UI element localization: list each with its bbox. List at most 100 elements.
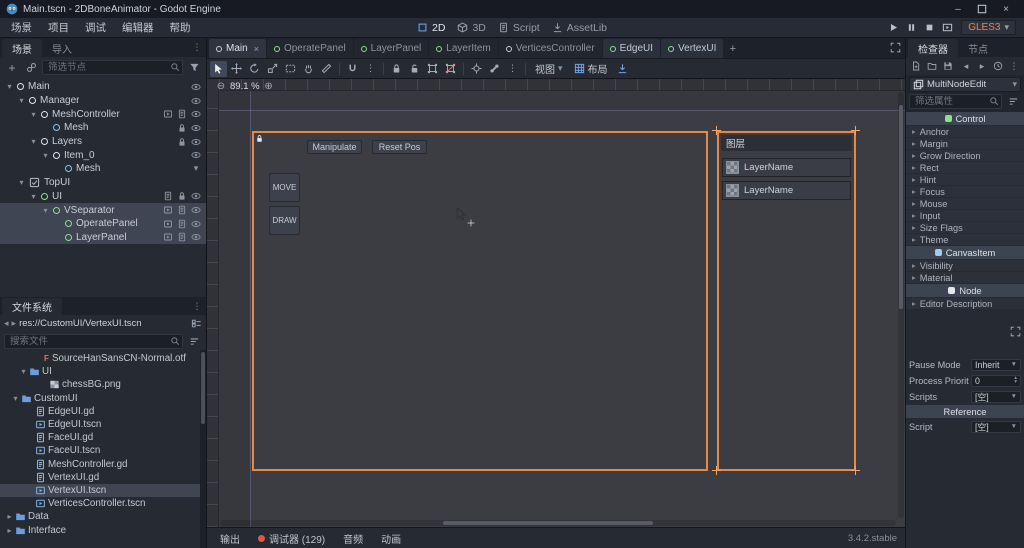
move-tool-button[interactable]	[228, 61, 245, 77]
property-group-Theme[interactable]: ▸ Theme	[906, 234, 1024, 245]
spinner-icon[interactable]: ▴ ▾	[1014, 375, 1017, 384]
ruler-tool-button[interactable]	[318, 61, 335, 77]
bottom-panel-button[interactable]: 输出	[211, 529, 249, 548]
category-Control[interactable]: Control	[906, 112, 1024, 125]
scene-tab-LayerPanel[interactable]: LayerPanel	[353, 39, 429, 58]
tree-node-Main[interactable]: ▾ Main	[0, 80, 206, 94]
viewport-2d[interactable]: 图层 LayerName LayerName Manipulate Reset P…	[207, 79, 905, 527]
workspace-tab-3d[interactable]: 3D	[457, 22, 486, 34]
scale-tool-button[interactable]	[264, 61, 281, 77]
workspace-tab-assetlib[interactable]: AssetLib	[552, 22, 607, 34]
property-group-Editor Description[interactable]: ▸ Editor Description	[906, 298, 1024, 309]
filesystem-menu-button[interactable]: ⋮	[190, 297, 204, 315]
script-button[interactable]	[175, 218, 189, 230]
menu-item[interactable]: 调试	[77, 18, 114, 37]
collapse-arrow-icon[interactable]: ▾	[28, 110, 39, 119]
tree-node-Mesh[interactable]: Mesh	[0, 121, 206, 135]
pin-tool-button[interactable]	[468, 61, 485, 77]
file-item-UI[interactable]: ▾ UI	[0, 365, 206, 378]
unlock-tool-button[interactable]	[406, 61, 423, 77]
lock-button[interactable]	[175, 136, 189, 148]
scene-dock-menu-button[interactable]: ⋮	[190, 38, 204, 57]
new-scene-tab-button[interactable]: +	[724, 39, 741, 58]
distraction-free-button[interactable]	[890, 42, 901, 53]
sort-files-button[interactable]	[186, 334, 202, 349]
filesystem-scrollbar[interactable]	[200, 350, 206, 548]
file-item-Data[interactable]: ▸ Data	[0, 510, 206, 523]
tree-node-Manager[interactable]: ▾ Manager	[0, 94, 206, 108]
collapse-arrow-icon[interactable]: ▾	[10, 394, 21, 403]
property-group-Margin[interactable]: ▸ Margin	[906, 138, 1024, 149]
tree-node-VSeparator[interactable]: ▾ VSeparator	[0, 203, 206, 217]
filter-nodes-input[interactable]	[42, 60, 183, 75]
collapse-arrow-icon[interactable]: ▾	[16, 96, 27, 105]
property-group-Focus[interactable]: ▸ Focus	[906, 186, 1024, 197]
script-button[interactable]	[175, 108, 189, 120]
property-group-Hint[interactable]: ▸ Hint	[906, 174, 1024, 185]
new-resource-button[interactable]	[909, 59, 923, 74]
workspace-tab-2d[interactable]: 2D	[417, 22, 445, 34]
back-icon[interactable]: ◂	[4, 318, 9, 329]
scene-button[interactable]	[161, 204, 175, 216]
property-group-Rect[interactable]: ▸ Rect	[906, 162, 1024, 173]
bottom-panel-button[interactable]: 动画	[372, 529, 410, 548]
property-group-Input[interactable]: ▸ Input	[906, 210, 1024, 221]
file-item-CustomUI[interactable]: ▾ CustomUI	[0, 392, 206, 405]
property-group-Visibility[interactable]: ▸ Visibility	[906, 260, 1024, 271]
search-files-input[interactable]	[4, 333, 183, 349]
bottom-panel-debugger[interactable]: 调试器 (129)	[249, 529, 334, 548]
expand-icon[interactable]	[1010, 326, 1021, 337]
property-group-Material[interactable]: ▸ Material	[906, 272, 1024, 283]
menu-item[interactable]: 帮助	[162, 18, 199, 37]
file-item-EdgeUI.tscn[interactable]: EdgeUI.tscn	[0, 418, 206, 431]
menu-item[interactable]: 项目	[40, 18, 77, 37]
tree-node-TopUI[interactable]: ▾ TopUI	[0, 176, 206, 190]
eye-button[interactable]	[189, 218, 203, 230]
add-node-button[interactable]: +	[4, 60, 20, 75]
tree-node-Item_0[interactable]: ▾ Item_0	[0, 148, 206, 162]
close-button[interactable]: ×	[994, 0, 1018, 18]
menu-item[interactable]: 编辑器	[114, 18, 162, 37]
collapse-arrow-icon[interactable]: ▾	[4, 82, 15, 91]
override-camera-button[interactable]	[614, 61, 631, 77]
play-button[interactable]	[885, 20, 902, 36]
category-Node[interactable]: Node	[906, 284, 1024, 297]
pan-tool-button[interactable]	[300, 61, 317, 77]
inspector-menu-button[interactable]: ⋮	[1007, 59, 1021, 74]
script-button[interactable]	[161, 190, 175, 202]
scene-tab-VertexUI[interactable]: VertexUI	[661, 39, 724, 58]
collapse-arrow-icon[interactable]: ▾	[28, 192, 39, 201]
renderer-dropdown[interactable]: GLES3 ▾	[961, 20, 1016, 35]
collapse-arrow-icon[interactable]: ▸	[4, 526, 15, 535]
tree-node-MeshController[interactable]: ▾ MeshController	[0, 107, 206, 121]
eye-button[interactable]	[189, 231, 203, 243]
collapse-arrow-icon[interactable]: ▾	[28, 137, 39, 146]
property-group-Mouse[interactable]: ▸ Mouse	[906, 198, 1024, 209]
eye-button[interactable]	[189, 108, 203, 120]
scene-button[interactable]	[161, 108, 175, 120]
filter-button[interactable]	[186, 60, 202, 75]
ungroup-tool-button[interactable]	[442, 61, 459, 77]
play-scene-button[interactable]	[939, 20, 956, 36]
eye-button[interactable]	[189, 190, 203, 202]
tree-node-Mesh[interactable]: Mesh ▾	[0, 162, 206, 176]
split-mode-icon[interactable]	[191, 318, 202, 329]
eye-button[interactable]	[189, 122, 203, 134]
zoom-out-button[interactable]: ⊖	[215, 81, 227, 92]
tree-node-OperatePanel[interactable]: OperatePanel	[0, 216, 206, 231]
layer-item[interactable]: LayerName	[722, 158, 851, 177]
property-group-Grow Direction[interactable]: ▸ Grow Direction	[906, 150, 1024, 161]
lock-button[interactable]	[175, 190, 189, 202]
scene-button[interactable]	[161, 218, 175, 230]
layout-menu-button[interactable]: 布局	[569, 61, 613, 77]
file-item-Interface[interactable]: ▸ Interface	[0, 523, 206, 536]
viewport-hscrollbar[interactable]	[220, 520, 896, 526]
magnet-tool-button[interactable]	[344, 61, 361, 77]
maximize-button[interactable]	[970, 0, 994, 18]
file-item-FaceUI.tscn[interactable]: FaceUI.tscn	[0, 444, 206, 457]
rectsel-tool-button[interactable]	[282, 61, 299, 77]
property-value[interactable]: [空] ▼	[971, 390, 1021, 403]
collapse-arrow-icon[interactable]: ▾	[16, 178, 27, 187]
collapse-arrow-icon[interactable]: ▸	[4, 512, 15, 521]
file-item-VerticesController.tscn[interactable]: VerticesController.tscn	[0, 497, 206, 510]
